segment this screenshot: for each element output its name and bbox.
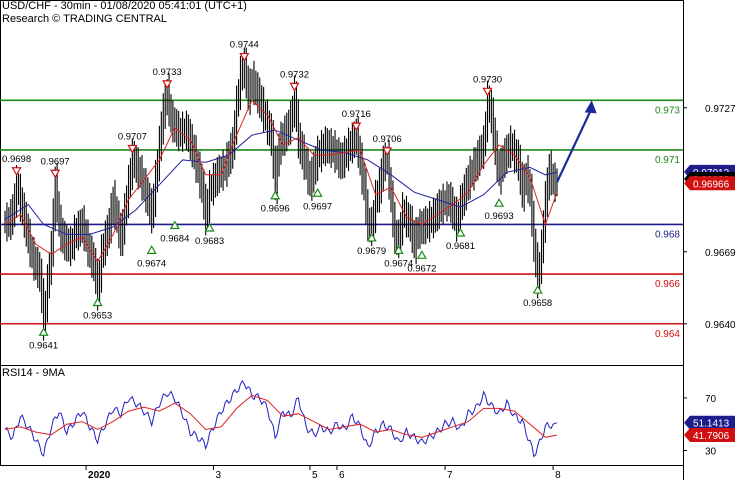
swing-low-marker [92,297,103,307]
swing-low-marker [455,227,466,237]
swing-low-marker [270,190,281,200]
rsi-tick-label: 70 [705,394,717,405]
rsi-line [4,379,558,458]
price-panel: 0.973 0.971 0.968 0.966 0.964 0.9727 0.9669 0.9… [0,0,735,480]
swing-high-label: 0.9730 [473,74,502,85]
rsi-panel: 703051.141341.7906 [0,365,735,466]
swing-low-label: 0.9697 [303,201,332,212]
swing-high-label: 0.9697 [41,156,70,167]
time-tick-label: 3 [215,470,221,480]
price-tag-label: 0.96966 [693,179,730,190]
rsi-tag-label: 41.7906 [693,431,730,442]
swing-high-label: 0.9698 [2,154,31,165]
rsi-panel-frame [0,365,684,466]
swing-high-marker [289,82,300,92]
level-label: 0.971 [655,155,680,166]
swing-low-marker [312,188,323,197]
forecast-arrow-head [584,100,597,114]
level-label: 0.966 [655,279,680,290]
swing-high-marker [382,147,393,157]
swing-high-label: 0.9706 [373,134,402,145]
swing-low-marker [146,245,157,254]
chart-canvas: 0.973 0.971 0.968 0.966 0.964 0.9727 0.9669 0.9… [0,0,735,480]
swing-low-label: 0.9684 [160,234,189,245]
time-tick-label: 7 [447,470,453,480]
swing-high-label: 0.9707 [118,131,147,142]
swing-low-label: 0.9674 [137,258,166,269]
swing-low-marker [416,250,427,259]
swing-low-label: 0.9696 [261,204,290,215]
swing-low-label: 0.9683 [195,236,224,247]
level-label: 0.973 [655,105,680,116]
time-tick-label: 6 [339,470,345,480]
swing-low-marker [494,197,505,207]
time-tick-label: 8 [555,470,561,480]
swing-low-marker [532,284,543,294]
swing-high-marker [127,144,138,154]
swing-low-marker [366,232,377,242]
swing-low-label: 0.9658 [523,298,552,309]
price-tick-label: 0.9727 [705,104,735,115]
swing-high-marker [11,167,22,176]
swing-low-label: 0.9679 [357,246,386,257]
time-axis: 2020 3 5 6 7 8 [85,465,561,480]
swing-low-label: 0.9693 [485,211,514,222]
swing-low-marker [38,327,49,336]
swing-high-label: 0.9744 [230,40,259,51]
price-tick-label: 0.9640 [705,320,735,331]
swing-low-label: 0.9641 [29,340,58,351]
swing-high-marker [239,52,250,62]
time-tick-label: 2020 [88,470,111,480]
level-label: 0.968 [655,229,680,240]
swing-high-label: 0.9733 [153,67,182,78]
swing-low-label: 0.9653 [83,310,112,321]
swing-high-marker [482,87,493,97]
rsi-tick-label: 30 [705,446,717,457]
forecast-arrow-shaft [555,107,593,183]
swing-high-marker [351,122,362,132]
swing-low-marker [393,245,404,254]
swing-low-label: 0.9681 [446,241,475,252]
swing-high-label: 0.9716 [342,109,371,120]
swing-low-label: 0.9672 [407,263,436,274]
time-tick-label: 5 [312,470,318,480]
swing-high-marker [50,169,61,179]
level-label: 0.964 [655,329,680,340]
swing-high-marker [162,80,173,90]
price-tick-label: 0.9669 [705,248,735,259]
swing-high-label: 0.9732 [280,69,309,80]
